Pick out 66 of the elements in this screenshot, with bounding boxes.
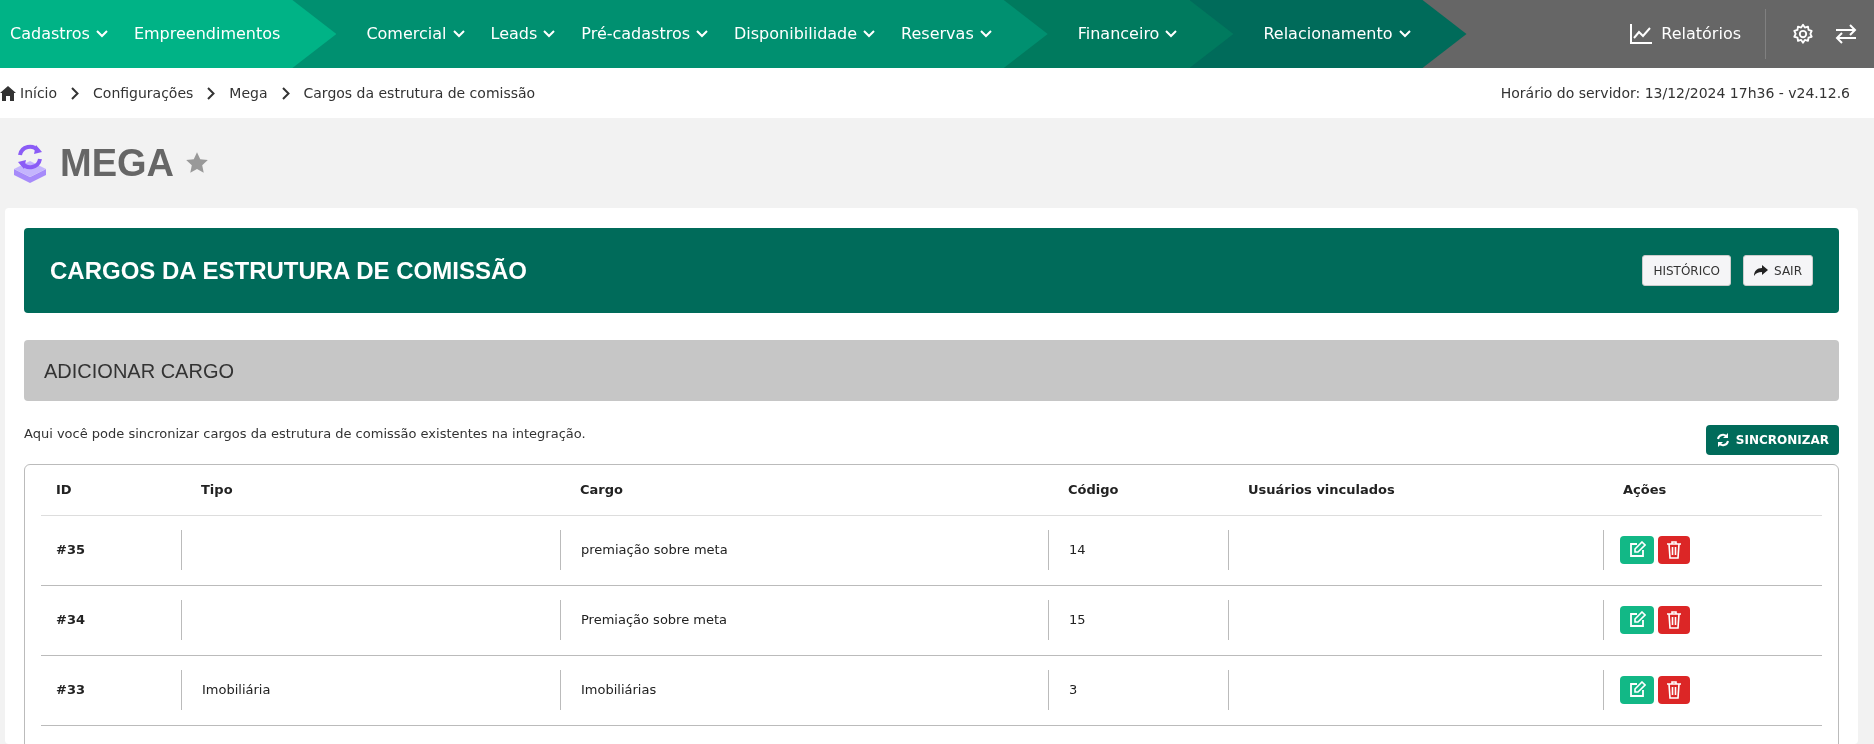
breadcrumb-link[interactable]: Mega xyxy=(229,82,268,104)
row-id: #34 xyxy=(56,611,85,630)
table-cell-text: Premiação sobre meta xyxy=(581,611,727,630)
nav-menu-item[interactable]: Pré-cadastros xyxy=(581,22,708,46)
table-cell-text: 3 xyxy=(1069,681,1078,700)
breadcrumb-link[interactable]: Início xyxy=(20,82,58,104)
trash-icon xyxy=(1666,541,1682,559)
chevron-down-icon xyxy=(979,30,992,38)
section-title: CARGOS DA ESTRUTURA DE COMISSÃO xyxy=(50,255,527,286)
row-id: #35 xyxy=(56,541,85,560)
chevron-down-icon xyxy=(95,30,108,38)
edit-button[interactable] xyxy=(1620,606,1654,634)
table-cell-text: 15 xyxy=(1069,611,1086,630)
edit-icon xyxy=(1628,541,1646,559)
description-text: Aqui você pode sincronizar cargos da estrutura de comissão existentes na integração. xyxy=(24,425,586,443)
chevron-down-icon xyxy=(1165,30,1178,38)
column-header: Cargo xyxy=(580,482,623,497)
column-header: Ações xyxy=(1623,482,1667,497)
edit-button[interactable] xyxy=(1620,676,1654,704)
edit-button[interactable] xyxy=(1620,536,1654,564)
nav-menu-item[interactable]: Leads xyxy=(490,22,556,46)
column-header: Usuários vinculados xyxy=(1248,482,1395,497)
chevron-right-icon xyxy=(71,86,80,100)
page-title: MEGA xyxy=(60,140,174,186)
column-header: Tipo xyxy=(201,482,233,497)
nav-menu-item[interactable]: Disponibilidade xyxy=(734,22,876,46)
edit-icon xyxy=(1628,611,1646,629)
column-header: ID xyxy=(56,482,72,497)
nav-menu-item[interactable]: Relacionamento xyxy=(1263,22,1411,46)
row-id: #33 xyxy=(56,681,85,700)
reports-link[interactable]: Relatórios xyxy=(1629,22,1765,46)
chevron-right-icon xyxy=(281,86,290,100)
column-header: Código xyxy=(1068,482,1119,497)
share-arrow-icon xyxy=(1754,264,1769,277)
chevron-right-icon xyxy=(207,86,216,100)
edit-icon xyxy=(1628,681,1646,699)
chevron-down-icon xyxy=(1398,30,1411,38)
delete-button[interactable] xyxy=(1658,606,1690,634)
star-icon[interactable] xyxy=(184,150,210,176)
server-time: Horário do servidor: 13/12/2024 17h36 - v24.12.6 xyxy=(1500,83,1850,103)
nav-menu-item[interactable]: Reservas xyxy=(901,22,992,46)
table-cell-text: Imobiliária xyxy=(202,681,271,700)
trash-icon xyxy=(1666,611,1682,629)
table-cell-text: 14 xyxy=(1069,541,1086,560)
delete-button[interactable] xyxy=(1658,676,1690,704)
delete-button[interactable] xyxy=(1658,536,1690,564)
nav-menu-item[interactable]: Comercial xyxy=(366,22,465,46)
add-section-title: ADICIONAR CARGO xyxy=(44,358,235,384)
refresh-icon xyxy=(1715,433,1730,447)
table-cell-text: premiação sobre meta xyxy=(581,541,728,560)
sync-button[interactable]: SINCRONIZAR xyxy=(1705,425,1839,455)
breadcrumb-link[interactable]: Cargos da estrutura de comissão xyxy=(303,82,536,104)
exit-button[interactable]: SAIR xyxy=(1743,255,1813,286)
line-chart-icon xyxy=(1629,23,1654,45)
chevron-down-icon xyxy=(452,30,465,38)
chevron-down-icon xyxy=(696,30,708,38)
trash-icon xyxy=(1666,681,1682,699)
breadcrumb-link[interactable]: Configurações xyxy=(93,82,194,104)
settings-icon[interactable] xyxy=(1792,23,1814,45)
chevron-down-icon xyxy=(863,30,876,38)
history-button[interactable]: HISTÓRICO xyxy=(1642,255,1732,286)
nav-menu-item[interactable]: Financeiro xyxy=(1077,22,1178,46)
chevron-down-icon xyxy=(543,30,556,38)
swap-arrows-icon[interactable] xyxy=(1834,23,1858,45)
table-cell-text: Imobiliárias xyxy=(581,681,657,700)
home-icon[interactable] xyxy=(0,85,16,101)
